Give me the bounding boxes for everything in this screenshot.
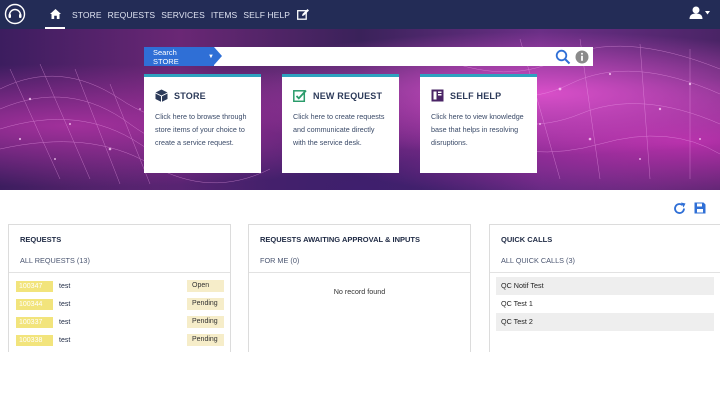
nav-store[interactable]: STORE [72, 10, 102, 20]
request-name: test [59, 282, 71, 290]
status-badge: Pending [187, 316, 224, 328]
caret-down-icon: ▼ [208, 53, 214, 60]
new-request-card-description: Click here to create requests and commun… [293, 112, 385, 147]
approvals-panel-title: REQUESTS AWAITING APPROVAL & INPUTS [260, 235, 421, 244]
new-request-icon [293, 89, 307, 102]
list-item[interactable]: QC Test 2 [496, 313, 714, 331]
request-name: test [59, 318, 71, 326]
main-nav: STORE REQUESTS SERVICES ITEMS SELF HELP [45, 0, 310, 29]
empty-state-text: No record found [333, 287, 386, 296]
edit-nav-button[interactable] [297, 9, 310, 20]
top-navigation-bar: STORE REQUESTS SERVICES ITEMS SELF HELP [0, 0, 720, 29]
quick-calls-panel-title: QUICK CALLS [501, 235, 553, 244]
nav-items[interactable]: ITEMS [211, 10, 237, 20]
status-badge: Open [187, 280, 224, 292]
request-id[interactable]: 100344 [16, 298, 53, 310]
status-badge: Pending [187, 298, 224, 310]
refresh-icon[interactable] [673, 202, 686, 215]
list-item[interactable]: QC Notif Test [496, 277, 714, 295]
request-id[interactable]: 100347 [16, 280, 53, 292]
store-card[interactable]: STORE Click here to browse through store… [144, 74, 261, 173]
search-scope-label: Search STORE [153, 47, 179, 66]
all-requests-tab[interactable]: ALL REQUESTS (13) [9, 247, 230, 273]
search-scope-dropdown[interactable]: Search STORE ▼ [144, 47, 222, 66]
table-row[interactable]: 100344 test Pending [9, 295, 230, 313]
user-menu-button[interactable] [689, 6, 710, 19]
approvals-panel: REQUESTS AWAITING APPROVAL & INPUTS FOR … [248, 224, 471, 352]
request-id[interactable]: 100337 [16, 316, 53, 328]
search-bar: Search STORE ▼ [144, 47, 593, 66]
search-input[interactable] [228, 47, 555, 66]
table-row[interactable]: 100347 test Open [9, 277, 230, 295]
table-row[interactable]: 100337 test Pending [9, 313, 230, 331]
new-request-card-title: NEW REQUEST [313, 90, 383, 101]
request-name: test [59, 300, 71, 308]
status-badge: Pending [187, 334, 224, 346]
nav-requests[interactable]: REQUESTS [108, 10, 156, 20]
store-card-description: Click here to browse through store items… [155, 112, 247, 147]
requests-panel-title: REQUESTS [20, 235, 62, 244]
quick-calls-panel: QUICK CALLS ALL QUICK CALLS (3) QC Notif… [489, 224, 720, 352]
user-icon [689, 6, 703, 19]
all-quick-calls-tab[interactable]: ALL QUICK CALLS (3) [490, 247, 720, 273]
self-help-card-title: SELF HELP [450, 90, 502, 101]
list-item[interactable]: QC Test 1 [496, 295, 714, 313]
edit-icon [297, 9, 310, 20]
request-name: test [59, 336, 71, 344]
requests-panel: REQUESTS ALL REQUESTS (13) 100347 test O… [8, 224, 231, 352]
nav-services[interactable]: SERVICES [161, 10, 205, 20]
chevron-down-icon [705, 10, 710, 14]
headset-logo-icon[interactable] [4, 3, 26, 25]
info-icon[interactable] [575, 50, 589, 64]
table-row[interactable]: 100338 test Pending [9, 331, 230, 349]
store-box-icon [155, 89, 168, 102]
home-icon [49, 8, 61, 19]
dashboard-actions [673, 202, 706, 215]
home-nav-button[interactable] [45, 0, 65, 29]
self-help-book-icon [431, 89, 444, 102]
search-icon[interactable] [555, 49, 571, 65]
for-me-tab[interactable]: FOR ME (0) [249, 247, 470, 273]
self-help-card-description: Click here to view knowledge base that h… [431, 112, 524, 147]
nav-self-help[interactable]: SELF HELP [243, 10, 290, 20]
store-card-title: STORE [174, 90, 206, 101]
self-help-card[interactable]: SELF HELP Click here to view knowledge b… [420, 74, 537, 173]
request-id[interactable]: 100338 [16, 334, 53, 346]
new-request-card[interactable]: NEW REQUEST Click here to create request… [282, 74, 399, 173]
save-icon[interactable] [694, 202, 706, 214]
